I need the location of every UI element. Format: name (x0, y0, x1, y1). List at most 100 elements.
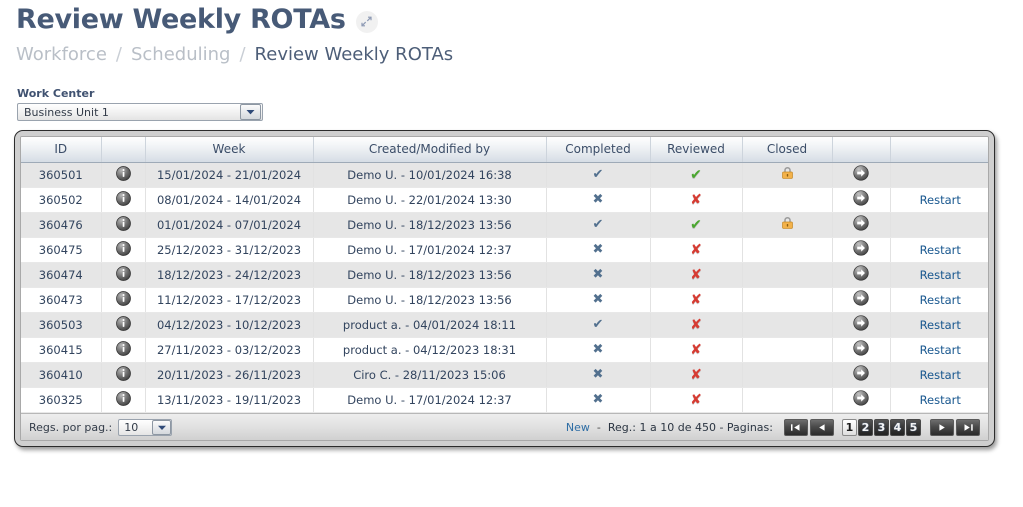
table-row[interactable]: 360502 08/01/2024 - 14/01/2024 Demo U. - 2… (21, 187, 988, 213)
cell-info[interactable] (101, 262, 146, 288)
restart-link[interactable]: Restart (920, 243, 961, 257)
cell-info[interactable] (101, 287, 146, 313)
cell-go[interactable] (832, 287, 891, 313)
cell-restart[interactable]: Restart (890, 287, 988, 313)
arrow-right-circle-icon[interactable] (853, 215, 869, 234)
page-number-1[interactable]: 1 (842, 418, 857, 436)
cell-go[interactable] (832, 237, 891, 263)
arrow-right-circle-icon[interactable] (853, 165, 869, 184)
cell-restart[interactable]: Restart (890, 262, 988, 288)
page-number-3[interactable]: 3 (874, 418, 889, 436)
restart-link[interactable]: Restart (920, 193, 961, 207)
info-icon[interactable] (115, 390, 131, 409)
restart-link[interactable]: Restart (920, 393, 961, 407)
page-number-4[interactable]: 4 (890, 418, 905, 436)
cell-restart[interactable]: Restart (890, 337, 988, 363)
last-page-icon[interactable] (956, 418, 980, 436)
arrow-right-circle-icon[interactable] (853, 365, 869, 384)
column-header-completed[interactable]: Completed (546, 137, 651, 163)
arrow-right-circle-icon[interactable] (853, 265, 869, 284)
table-row[interactable]: 360473 11/12/2023 - 17/12/2023 Demo U. - 1… (21, 287, 988, 313)
arrow-right-circle-icon[interactable] (853, 315, 869, 334)
info-icon[interactable] (115, 215, 131, 234)
cell-info[interactable] (101, 387, 146, 413)
rows-per-page-label: Regs. por pag.: (29, 420, 113, 434)
breadcrumb-item-workforce[interactable]: Workforce (16, 44, 107, 65)
work-center-select[interactable]: Business Unit 1 (17, 103, 263, 121)
cell-info[interactable] (101, 187, 146, 213)
info-icon[interactable] (115, 165, 131, 184)
cell-restart[interactable]: Restart (890, 387, 988, 413)
table-row[interactable]: 360474 18/12/2023 - 24/12/2023 Demo U. - 1… (21, 262, 988, 288)
arrow-right-circle-icon[interactable] (853, 240, 869, 259)
restart-link[interactable]: Restart (920, 293, 961, 307)
info-icon[interactable] (115, 240, 131, 259)
cell-restart[interactable]: Restart (890, 237, 988, 263)
table-row[interactable]: 360501 15/01/2024 - 21/01/2024 Demo U. - 1… (21, 162, 988, 188)
cell-go[interactable] (832, 212, 891, 238)
arrow-right-circle-icon[interactable] (853, 290, 869, 309)
restart-link[interactable]: Restart (920, 368, 961, 382)
info-icon[interactable] (115, 265, 131, 284)
cell-go[interactable] (832, 312, 891, 338)
restart-link[interactable]: Restart (920, 343, 961, 357)
info-icon[interactable] (115, 315, 131, 334)
chevron-down-icon[interactable] (152, 419, 172, 435)
table-row[interactable]: 360325 13/11/2023 - 19/11/2023 Demo U. - 1… (21, 387, 988, 413)
table-row[interactable]: 360415 27/11/2023 - 03/12/2023 product a. … (21, 337, 988, 363)
page-number-2[interactable]: 2 (858, 418, 873, 436)
cell-info[interactable] (101, 237, 146, 263)
cell-go[interactable] (832, 187, 891, 213)
cell-restart[interactable]: Restart (890, 312, 988, 338)
cross-icon: ✘ (690, 266, 702, 283)
restart-link[interactable]: Restart (920, 268, 961, 282)
info-icon[interactable] (115, 190, 131, 209)
table-row[interactable]: 360475 25/12/2023 - 31/12/2023 Demo U. - 1… (21, 237, 988, 263)
arrow-right-circle-icon[interactable] (853, 340, 869, 359)
cell-reviewed: ✘ (650, 187, 743, 213)
new-record-link[interactable]: New (566, 421, 590, 434)
cell-info[interactable] (101, 212, 146, 238)
first-page-icon[interactable] (784, 418, 808, 436)
next-page-icon[interactable] (930, 418, 954, 436)
cell-go[interactable] (832, 387, 891, 413)
table-row[interactable]: 360410 20/11/2023 - 26/11/2023 Ciro C. - 2… (21, 362, 988, 388)
table-row[interactable]: 360476 01/01/2024 - 07/01/2024 Demo U. - 1… (21, 212, 988, 238)
chevron-down-icon[interactable] (240, 104, 261, 120)
column-header-closed[interactable]: Closed (742, 137, 833, 163)
page-title: Review Weekly ROTAs (16, 4, 346, 35)
info-icon[interactable] (115, 365, 131, 384)
cell-info[interactable] (101, 162, 146, 188)
cell-go[interactable] (832, 362, 891, 388)
table-row[interactable]: 360503 04/12/2023 - 10/12/2023 product a. … (21, 312, 988, 338)
cell-week: 27/11/2023 - 03/12/2023 (145, 337, 314, 363)
cell-info[interactable] (101, 312, 146, 338)
cell-restart[interactable]: Restart (890, 187, 988, 213)
cell-created-modified-by: Demo U. - 17/01/2024 12:37 (313, 237, 547, 263)
cell-go[interactable] (832, 262, 891, 288)
column-header-created-modified-by[interactable]: Created/Modified by (313, 137, 547, 163)
info-icon[interactable] (115, 290, 131, 309)
column-header-week[interactable]: Week (145, 137, 314, 163)
arrow-right-circle-icon[interactable] (853, 190, 869, 209)
cell-go[interactable] (832, 337, 891, 363)
cell-restart[interactable]: Restart (890, 362, 988, 388)
breadcrumb-item-scheduling[interactable]: Scheduling (131, 44, 230, 65)
record-range-info: Reg.: 1 a 10 de 450 - Paginas: (607, 420, 773, 434)
rows-per-page-select[interactable]: 10 (118, 418, 173, 436)
cell-info[interactable] (101, 337, 146, 363)
cell-info[interactable] (101, 362, 146, 388)
info-icon[interactable] (115, 340, 131, 359)
arrow-right-circle-icon[interactable] (853, 390, 869, 409)
restart-link[interactable]: Restart (920, 318, 961, 332)
prev-page-icon[interactable] (810, 418, 834, 436)
page-number-5[interactable]: 5 (906, 418, 921, 436)
column-header-id[interactable]: ID (21, 137, 102, 163)
cell-go[interactable] (832, 162, 891, 188)
column-header-restart (890, 137, 988, 163)
column-header-reviewed[interactable]: Reviewed (650, 137, 743, 163)
cross-icon: ✘ (690, 191, 702, 208)
expand-diagonal-icon[interactable] (355, 10, 378, 33)
cell-closed (742, 187, 833, 213)
breadcrumb-item-current: Review Weekly ROTAs (254, 44, 454, 65)
